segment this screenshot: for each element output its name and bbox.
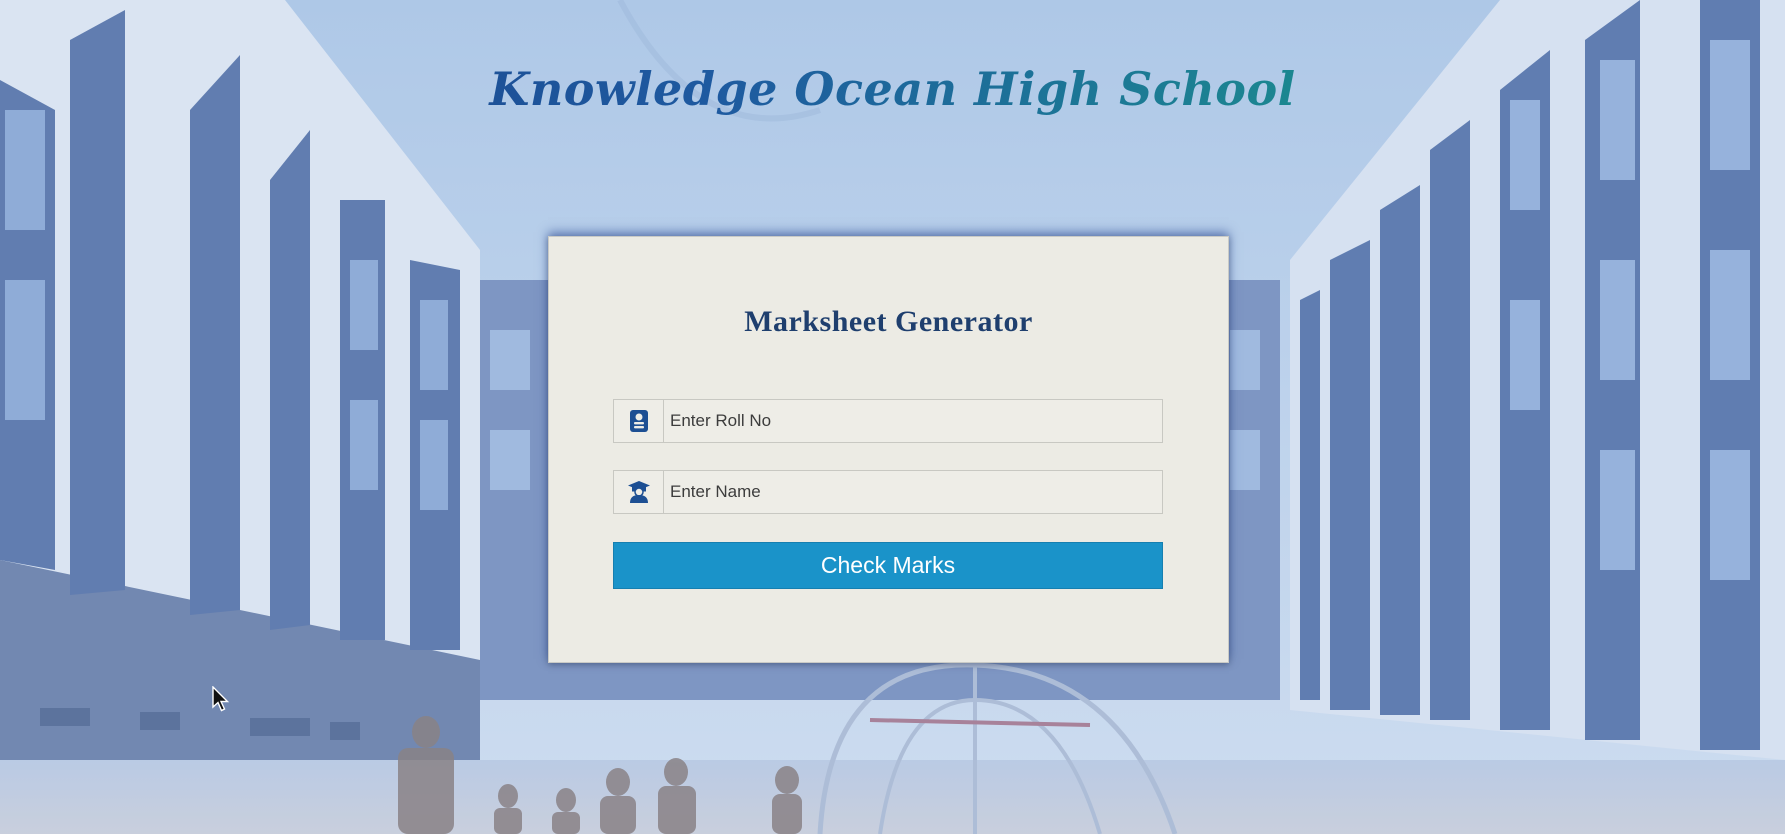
name-input[interactable] — [664, 471, 1162, 513]
roll-number-input[interactable] — [664, 400, 1162, 442]
school-name-heading: Knowledge Ocean High School — [0, 62, 1785, 116]
name-field — [613, 470, 1163, 514]
id-card-icon — [614, 400, 664, 442]
form-title: Marksheet Generator — [744, 305, 1033, 338]
marksheet-form-card: Marksheet Generator Check Marks — [548, 236, 1229, 663]
check-marks-button[interactable]: Check Marks — [613, 542, 1163, 589]
roll-number-field — [613, 399, 1163, 443]
mouse-pointer-icon — [212, 685, 230, 717]
graduate-icon — [614, 471, 664, 513]
